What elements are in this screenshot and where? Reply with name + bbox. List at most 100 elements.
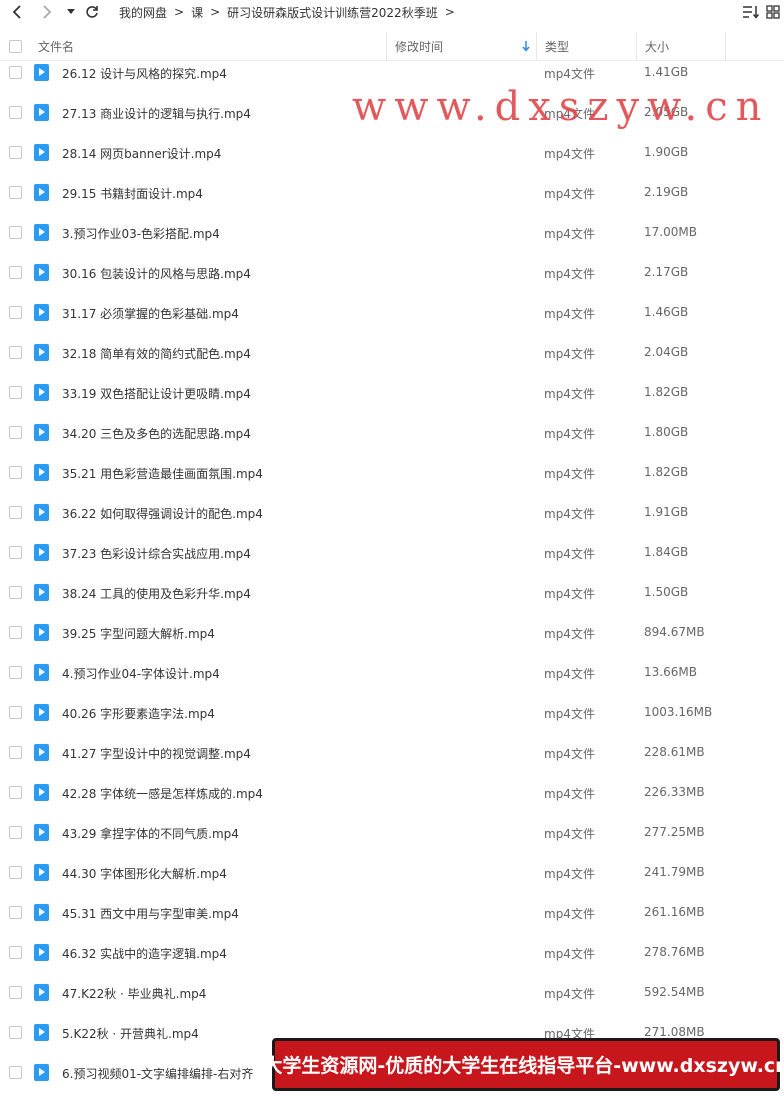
file-size: 1.41GB [644, 65, 689, 79]
file-row[interactable]: 37.23 色彩设计综合实战应用.mp4 mp4文件 1.84GB [0, 538, 784, 578]
file-row[interactable]: 36.22 如何取得强调设计的配色.mp4 mp4文件 1.91GB [0, 498, 784, 538]
file-row[interactable]: 29.15 书籍封面设计.mp4 mp4文件 2.19GB [0, 178, 784, 218]
file-name[interactable]: 45.31 西文中用与字型审美.mp4 [62, 905, 239, 922]
file-name[interactable]: 38.24 工具的使用及色彩升华.mp4 [62, 585, 251, 602]
file-name[interactable]: 41.27 字型设计中的视觉调整.mp4 [62, 745, 251, 762]
file-name[interactable]: 37.23 色彩设计综合实战应用.mp4 [62, 545, 251, 562]
row-checkbox[interactable] [9, 906, 22, 919]
row-checkbox[interactable] [9, 986, 22, 999]
file-name[interactable]: 27.13 商业设计的逻辑与执行.mp4 [62, 105, 251, 122]
row-checkbox[interactable] [9, 266, 22, 279]
column-header-name[interactable]: 文件名 [30, 32, 386, 60]
breadcrumb-item-current-folder[interactable]: 研习设研森版式设计训练营2022秋季班 [224, 4, 441, 21]
row-checkbox[interactable] [9, 1066, 22, 1079]
chevron-left-icon [12, 5, 21, 19]
column-header-modified-label: 修改时间 [395, 39, 444, 54]
row-checkbox[interactable] [9, 106, 22, 119]
file-name[interactable]: 4.预习作业04-字体设计.mp4 [62, 665, 220, 682]
file-name[interactable]: 39.25 字型问题大解析.mp4 [62, 625, 215, 642]
file-row[interactable]: 44.30 字体图形化大解析.mp4 mp4文件 241.79MB [0, 858, 784, 898]
row-checkbox[interactable] [9, 146, 22, 159]
row-checkbox[interactable] [9, 226, 22, 239]
file-name[interactable]: 31.17 必须掌握的色彩基础.mp4 [62, 305, 239, 322]
row-checkbox[interactable] [9, 1026, 22, 1039]
file-name[interactable]: 43.29 拿捏字体的不同气质.mp4 [62, 825, 239, 842]
row-checkbox[interactable] [9, 706, 22, 719]
file-row[interactable]: 34.20 三色及多色的选配思路.mp4 mp4文件 1.80GB [0, 418, 784, 458]
file-row[interactable]: 30.16 包装设计的风格与思路.mp4 mp4文件 2.17GB [0, 258, 784, 298]
column-header-size[interactable]: 大小 [636, 32, 726, 60]
back-button[interactable] [6, 0, 28, 24]
breadcrumb-item-course[interactable]: 课 [188, 4, 206, 21]
row-checkbox[interactable] [9, 346, 22, 359]
row-checkbox[interactable] [9, 586, 22, 599]
file-name[interactable]: 6.预习视频01-文字编排编排-右对齐 [62, 1065, 253, 1082]
file-row[interactable]: 3.预习作业03-色彩搭配.mp4 mp4文件 17.00MB [0, 218, 784, 258]
file-type: mp4文件 [544, 507, 595, 521]
file-name[interactable]: 33.19 双色搭配让设计更吸睛.mp4 [62, 385, 251, 402]
file-row[interactable]: 32.18 简单有效的简约式配色.mp4 mp4文件 2.04GB [0, 338, 784, 378]
file-name[interactable]: 35.21 用色彩营造最佳画面氛围.mp4 [62, 465, 263, 482]
file-name[interactable]: 26.12 设计与风格的探究.mp4 [62, 65, 227, 82]
file-size: 271.08MB [644, 1025, 705, 1039]
row-checkbox[interactable] [9, 426, 22, 439]
file-name[interactable]: 42.28 字体统一感是怎样炼成的.mp4 [62, 785, 263, 802]
file-name[interactable]: 46.32 实战中的造字逻辑.mp4 [62, 945, 227, 962]
file-name[interactable]: 32.18 简单有效的简约式配色.mp4 [62, 345, 251, 362]
file-row[interactable]: 40.26 字形要素造字法.mp4 mp4文件 1003.16MB [0, 698, 784, 738]
history-dropdown-button[interactable] [64, 0, 78, 24]
forward-button[interactable] [36, 0, 58, 24]
video-file-icon [34, 864, 49, 881]
row-checkbox[interactable] [9, 786, 22, 799]
file-type: mp4文件 [544, 307, 595, 321]
file-name[interactable]: 47.K22秋 · 毕业典礼.mp4 [62, 985, 206, 1002]
refresh-button[interactable] [82, 0, 102, 24]
row-checkbox[interactable] [9, 826, 22, 839]
row-checkbox[interactable] [9, 466, 22, 479]
file-name[interactable]: 28.14 网页banner设计.mp4 [62, 145, 221, 162]
file-name[interactable]: 36.22 如何取得强调设计的配色.mp4 [62, 505, 263, 522]
select-all-checkbox[interactable] [9, 40, 22, 53]
row-checkbox[interactable] [9, 546, 22, 559]
file-name[interactable]: 29.15 书籍封面设计.mp4 [62, 185, 203, 202]
file-name[interactable]: 40.26 字形要素造字法.mp4 [62, 705, 215, 722]
file-row[interactable]: 4.预习作业04-字体设计.mp4 mp4文件 13.66MB [0, 658, 784, 698]
row-checkbox[interactable] [9, 626, 22, 639]
file-row[interactable]: 35.21 用色彩营造最佳画面氛围.mp4 mp4文件 1.82GB [0, 458, 784, 498]
file-row[interactable]: 41.27 字型设计中的视觉调整.mp4 mp4文件 228.61MB [0, 738, 784, 778]
file-row[interactable]: 45.31 西文中用与字型审美.mp4 mp4文件 261.16MB [0, 898, 784, 938]
file-size: 592.54MB [644, 985, 705, 999]
file-name[interactable]: 44.30 字体图形化大解析.mp4 [62, 865, 227, 882]
file-row[interactable]: 43.29 拿捏字体的不同气质.mp4 mp4文件 277.25MB [0, 818, 784, 858]
file-row[interactable]: 28.14 网页banner设计.mp4 mp4文件 1.90GB [0, 138, 784, 178]
row-checkbox[interactable] [9, 666, 22, 679]
file-type: mp4文件 [544, 227, 595, 241]
file-name[interactable]: 3.预习作业03-色彩搭配.mp4 [62, 225, 220, 242]
file-name[interactable]: 5.K22秋 · 开营典礼.mp4 [62, 1025, 199, 1042]
row-checkbox[interactable] [9, 186, 22, 199]
file-row[interactable]: 38.24 工具的使用及色彩升华.mp4 mp4文件 1.50GB [0, 578, 784, 618]
video-file-icon [34, 104, 49, 121]
file-row[interactable]: 47.K22秋 · 毕业典礼.mp4 mp4文件 592.54MB [0, 978, 784, 1018]
file-row[interactable]: 46.32 实战中的造字逻辑.mp4 mp4文件 278.76MB [0, 938, 784, 978]
file-row[interactable]: 31.17 必须掌握的色彩基础.mp4 mp4文件 1.46GB [0, 298, 784, 338]
row-checkbox[interactable] [9, 66, 22, 79]
row-checkbox[interactable] [9, 746, 22, 759]
row-checkbox[interactable] [9, 306, 22, 319]
row-checkbox[interactable] [9, 946, 22, 959]
file-row[interactable]: 39.25 字型问题大解析.mp4 mp4文件 894.67MB [0, 618, 784, 658]
grid-view-button[interactable] [764, 0, 782, 24]
breadcrumb-item-my-drive[interactable]: 我的网盘 [116, 4, 170, 21]
column-header-modified[interactable]: 修改时间 [386, 32, 536, 60]
row-checkbox[interactable] [9, 506, 22, 519]
row-checkbox[interactable] [9, 866, 22, 879]
file-name[interactable]: 34.20 三色及多色的选配思路.mp4 [62, 425, 251, 442]
row-checkbox[interactable] [9, 386, 22, 399]
sort-descending-icon [522, 41, 530, 52]
file-name[interactable]: 30.16 包装设计的风格与思路.mp4 [62, 265, 251, 282]
video-file-icon [34, 1024, 49, 1041]
file-row[interactable]: 33.19 双色搭配让设计更吸睛.mp4 mp4文件 1.82GB [0, 378, 784, 418]
file-row[interactable]: 42.28 字体统一感是怎样炼成的.mp4 mp4文件 226.33MB [0, 778, 784, 818]
sort-button[interactable] [740, 0, 762, 24]
column-header-type[interactable]: 类型 [536, 32, 636, 60]
